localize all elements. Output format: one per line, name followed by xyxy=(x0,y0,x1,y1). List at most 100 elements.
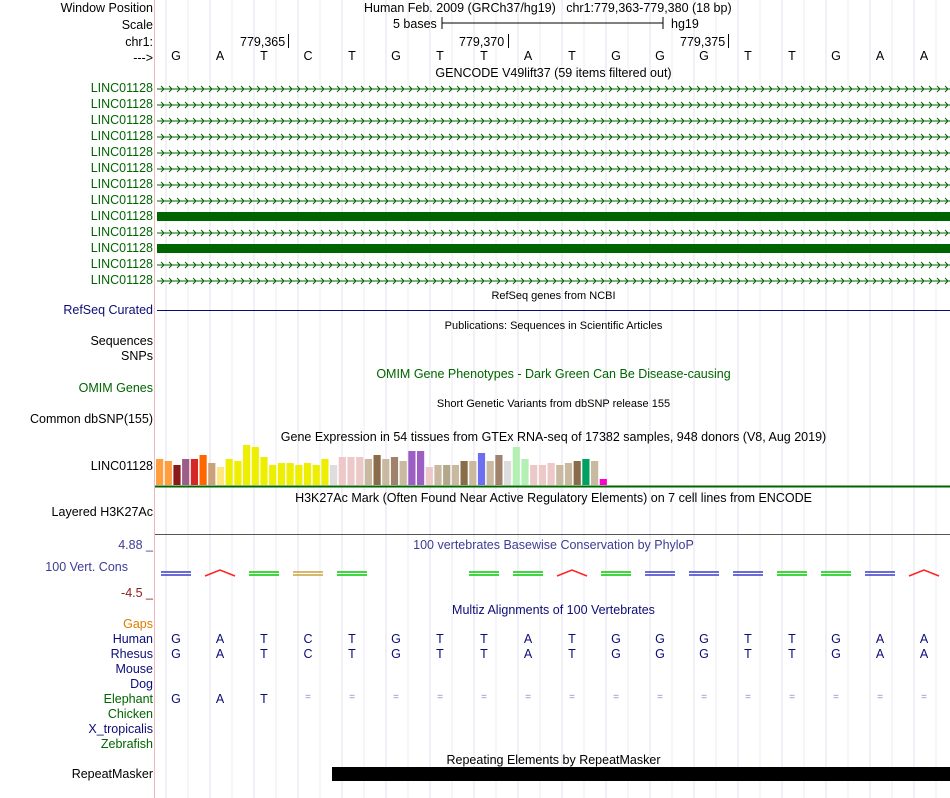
assembly-name: Human Feb. 2009 (GRCh37/hg19) xyxy=(364,1,556,15)
dbsnp-label[interactable]: Common dbSNP(155) xyxy=(30,412,153,427)
species-label[interactable]: Chicken xyxy=(108,707,153,722)
gencode-row-label[interactable]: LINC01128 xyxy=(91,97,153,112)
gencode-intron-line[interactable] xyxy=(157,179,950,191)
alignment-base: G xyxy=(171,692,181,706)
conservation-label[interactable]: 100 Vert. Cons xyxy=(45,560,128,575)
species-label[interactable]: X_tropicalis xyxy=(88,722,153,737)
gencode-exon-bar[interactable] xyxy=(157,212,950,221)
gtex-tissue-bar xyxy=(330,465,338,485)
alignment-base: T xyxy=(348,632,356,646)
gtex-expression-chart[interactable] xyxy=(155,443,950,489)
gencode-intron-line[interactable] xyxy=(157,227,950,239)
publications-label[interactable]: Sequences xyxy=(90,334,153,349)
gtex-tissue-bar xyxy=(277,463,285,485)
gencode-intron-line[interactable] xyxy=(157,195,950,207)
snps-label[interactable]: SNPs xyxy=(121,349,153,364)
gencode-row-label[interactable]: LINC01128 xyxy=(91,209,153,224)
label-divider xyxy=(154,0,155,798)
alignment-base: A xyxy=(875,632,885,646)
alignment-base: = xyxy=(921,692,927,703)
gtex-tissue-bar xyxy=(434,465,442,485)
alignment-base: G xyxy=(391,632,401,646)
gtex-tissue-bar xyxy=(538,465,546,485)
scale-db: hg19 xyxy=(671,17,699,31)
gtex-tissue-bar xyxy=(390,457,399,485)
alignment-base: G xyxy=(831,632,841,646)
species-label[interactable]: Human xyxy=(113,632,153,647)
base-letter: G xyxy=(831,49,841,63)
repeatmasker-block[interactable] xyxy=(332,767,950,781)
gencode-row-label[interactable]: LINC01128 xyxy=(91,177,153,192)
species-label[interactable]: Mouse xyxy=(115,662,153,677)
gtex-tissue-bar xyxy=(477,453,486,485)
alignment-base: T xyxy=(348,647,356,661)
base-letter: A xyxy=(523,49,533,63)
gencode-row-label[interactable]: LINC01128 xyxy=(91,273,153,288)
gencode-row-label[interactable]: LINC01128 xyxy=(91,193,153,208)
h3k27ac-baseline xyxy=(155,534,950,535)
position-text: chr1:779,363-779,380 (18 bp) xyxy=(566,1,732,15)
conservation-title[interactable]: 100 vertebrates Basewise Conservation by… xyxy=(157,538,950,552)
omim-title[interactable]: OMIM Gene Phenotypes - Dark Green Can Be… xyxy=(157,367,950,381)
gencode-intron-line[interactable] xyxy=(157,99,950,111)
species-label[interactable]: Zebrafish xyxy=(101,737,153,752)
base-letter: T xyxy=(788,49,796,63)
gencode-row-label[interactable]: LINC01128 xyxy=(91,113,153,128)
gencode-intron-line[interactable] xyxy=(157,163,950,175)
gencode-intron-line[interactable] xyxy=(157,259,950,271)
alignment-base: A xyxy=(215,632,225,646)
base-letter: T xyxy=(568,49,576,63)
gtex-title[interactable]: Gene Expression in 54 tissues from GTEx … xyxy=(157,430,950,444)
refseq-title[interactable]: RefSeq genes from NCBI xyxy=(157,290,950,302)
gencode-intron-line[interactable] xyxy=(157,131,950,143)
alignment-base: A xyxy=(215,647,225,661)
gencode-row-label[interactable]: LINC01128 xyxy=(91,145,153,160)
alignment-base: T xyxy=(568,632,576,646)
gtex-label[interactable]: LINC01128 xyxy=(91,459,153,474)
alignment-base: T xyxy=(260,692,268,706)
base-letter: G xyxy=(391,49,401,63)
h3k27ac-label[interactable]: Layered H3K27Ac xyxy=(52,505,153,520)
refseq-label[interactable]: RefSeq Curated xyxy=(63,303,153,318)
gencode-row-label[interactable]: LINC01128 xyxy=(91,129,153,144)
gencode-intron-line[interactable] xyxy=(157,275,950,287)
dbsnp-title[interactable]: Short Genetic Variants from dbSNP releas… xyxy=(157,398,950,410)
repeatmasker-title[interactable]: Repeating Elements by RepeatMasker xyxy=(157,753,950,767)
alignment-base: = xyxy=(613,692,619,703)
alignment-base: T xyxy=(744,647,752,661)
gtex-tissue-bar xyxy=(417,451,425,485)
refseq-line[interactable] xyxy=(157,310,950,311)
species-label[interactable]: Elephant xyxy=(104,692,153,707)
gencode-row-label[interactable]: LINC01128 xyxy=(91,81,153,96)
omim-label[interactable]: OMIM Genes xyxy=(79,381,153,396)
alignment-base: T xyxy=(744,632,752,646)
gtex-tissue-bar xyxy=(451,465,459,485)
gtex-tissue-bar xyxy=(504,461,512,485)
gencode-row-label[interactable]: LINC01128 xyxy=(91,225,153,240)
base-letter: A xyxy=(215,49,225,63)
gaps-label[interactable]: Gaps xyxy=(123,617,153,632)
species-label[interactable]: Dog xyxy=(130,677,153,692)
multiz-title[interactable]: Multiz Alignments of 100 Vertebrates xyxy=(157,603,950,617)
species-label[interactable]: Rhesus xyxy=(111,647,153,662)
gtex-tissue-bar xyxy=(591,461,599,485)
gencode-title[interactable]: GENCODE V49lift37 (59 items filtered out… xyxy=(157,66,950,80)
publications-title[interactable]: Publications: Sequences in Scientific Ar… xyxy=(157,320,950,332)
gencode-intron-line[interactable] xyxy=(157,83,950,95)
gtex-tissue-bar xyxy=(208,463,216,485)
gencode-intron-line[interactable] xyxy=(157,115,950,127)
alignment-base: T xyxy=(436,632,444,646)
repeatmasker-label[interactable]: RepeatMasker xyxy=(72,767,153,782)
gtex-tissue-bar xyxy=(251,447,259,485)
base-letter: A xyxy=(875,49,885,63)
gencode-exon-bar[interactable] xyxy=(157,244,950,253)
conservation-wiggle[interactable] xyxy=(157,566,950,584)
tick-mark-2 xyxy=(508,34,509,48)
h3k27ac-title[interactable]: H3K27Ac Mark (Often Found Near Active Re… xyxy=(157,491,950,505)
gencode-intron-line[interactable] xyxy=(157,147,950,159)
gencode-row-label[interactable]: LINC01128 xyxy=(91,241,153,256)
gencode-row-label[interactable]: LINC01128 xyxy=(91,257,153,272)
conservation-mark xyxy=(601,571,631,576)
gencode-row-label[interactable]: LINC01128 xyxy=(91,161,153,176)
alignment-base: = xyxy=(569,692,575,703)
